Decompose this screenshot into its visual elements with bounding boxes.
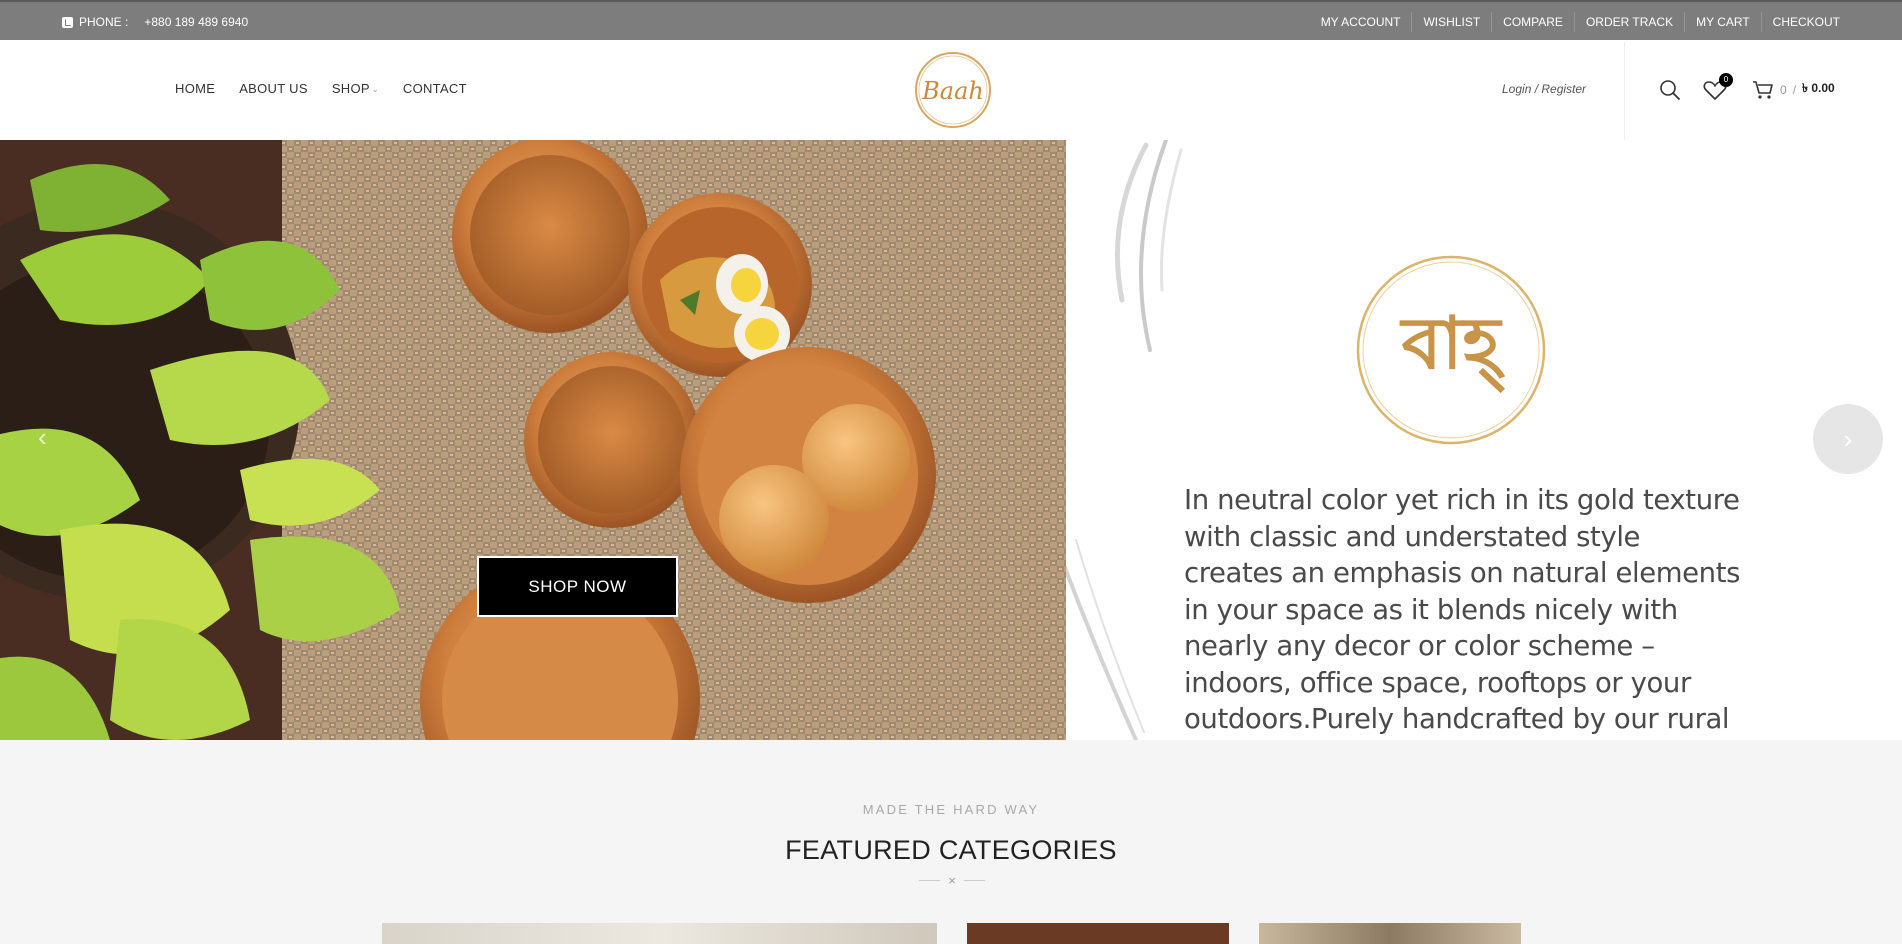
nav-about-us[interactable]: ABOUT US: [239, 81, 308, 96]
section-title: FEATURED CATEGORIES: [785, 835, 1117, 865]
slider-prev-arrow[interactable]: ‹: [38, 422, 47, 453]
site-logo[interactable]: Baah: [912, 50, 994, 130]
shop-now-button[interactable]: SHOP NOW: [477, 556, 678, 617]
login-register-link[interactable]: Login / Register: [1502, 82, 1586, 96]
close-icon: ×: [948, 872, 956, 888]
logo-text: Baah: [921, 77, 984, 105]
site-header: HOME ABOUT US SHOP ⌄ CONTACT Baah Login /…: [0, 40, 1902, 140]
divider-line-left: [919, 879, 941, 881]
featured-categories-section: MADE THE HARD WAY FEATURED CATEGORIES ×: [0, 740, 1902, 944]
chevron-right-icon: ›: [1843, 423, 1853, 454]
cart-summary[interactable]: 0 / ৳ 0.00: [1752, 80, 1835, 100]
hero-product-photo: ‹ SHOP NOW: [0, 140, 1066, 740]
cart-icon: [1753, 81, 1773, 99]
search-icon: [1660, 80, 1680, 100]
nav-contact[interactable]: CONTACT: [403, 81, 467, 96]
bangla-brand-text: বাহ্: [1399, 301, 1506, 394]
compare-link[interactable]: COMPARE: [1491, 12, 1574, 32]
account-links: MY ACCOUNT WISHLIST COMPARE ORDER TRACK …: [1310, 12, 1840, 32]
hero-slider: ‹ SHOP NOW বাহ্ In neutral color yet ric…: [0, 140, 1902, 740]
section-kicker: MADE THE HARD WAY: [862, 802, 1040, 817]
phone-icon: [62, 16, 73, 28]
main-navigation: HOME ABOUT US SHOP ⌄ CONTACT: [175, 81, 467, 96]
category-card-3[interactable]: [1259, 923, 1521, 944]
slider-next-button[interactable]: ›: [1813, 404, 1883, 474]
phone-number: +880 189 489 6940: [144, 15, 249, 29]
hero-text-panel: বাহ্ In neutral color yet rich in its go…: [1066, 140, 1902, 740]
baah-logo-icon: Baah: [915, 52, 991, 128]
checkout-link[interactable]: CHECKOUT: [1760, 12, 1840, 32]
cart-separator: /: [1792, 83, 1797, 97]
header-divider: [1624, 42, 1625, 140]
wishlist-count-badge: 0: [1719, 73, 1733, 87]
order-track-link[interactable]: ORDER TRACK: [1573, 12, 1684, 32]
my-account-link[interactable]: MY ACCOUNT: [1310, 12, 1412, 32]
cart-total: ৳ 0.00: [1802, 81, 1835, 95]
hero-description: In neutral color yet rich in its gold te…: [1184, 484, 1741, 740]
wishlist-link[interactable]: WISHLIST: [1411, 12, 1491, 32]
my-cart-link[interactable]: MY CART: [1684, 12, 1761, 32]
search-button[interactable]: [1659, 79, 1681, 101]
nav-shop[interactable]: SHOP ⌄: [332, 81, 379, 96]
section-divider: ×: [919, 872, 985, 888]
wishlist-button[interactable]: 0: [1703, 73, 1733, 103]
cart-count: 0: [1780, 83, 1787, 97]
wooden-bowls-image: [0, 140, 1066, 740]
category-card-2[interactable]: [967, 923, 1229, 944]
bangla-brand-logo-icon: বাহ্: [1356, 255, 1546, 445]
top-bar: PHONE : +880 189 489 6940 MY ACCOUNT WIS…: [0, 0, 1902, 40]
divider-line-right: [963, 879, 985, 881]
phone-label: PHONE :: [79, 15, 129, 29]
phone-info: PHONE : +880 189 489 6940: [62, 15, 248, 29]
nav-shop-label: SHOP: [331, 81, 370, 96]
nav-home[interactable]: HOME: [175, 81, 215, 96]
category-card-1[interactable]: [382, 923, 937, 944]
chevron-down-icon: ⌄: [371, 85, 379, 94]
